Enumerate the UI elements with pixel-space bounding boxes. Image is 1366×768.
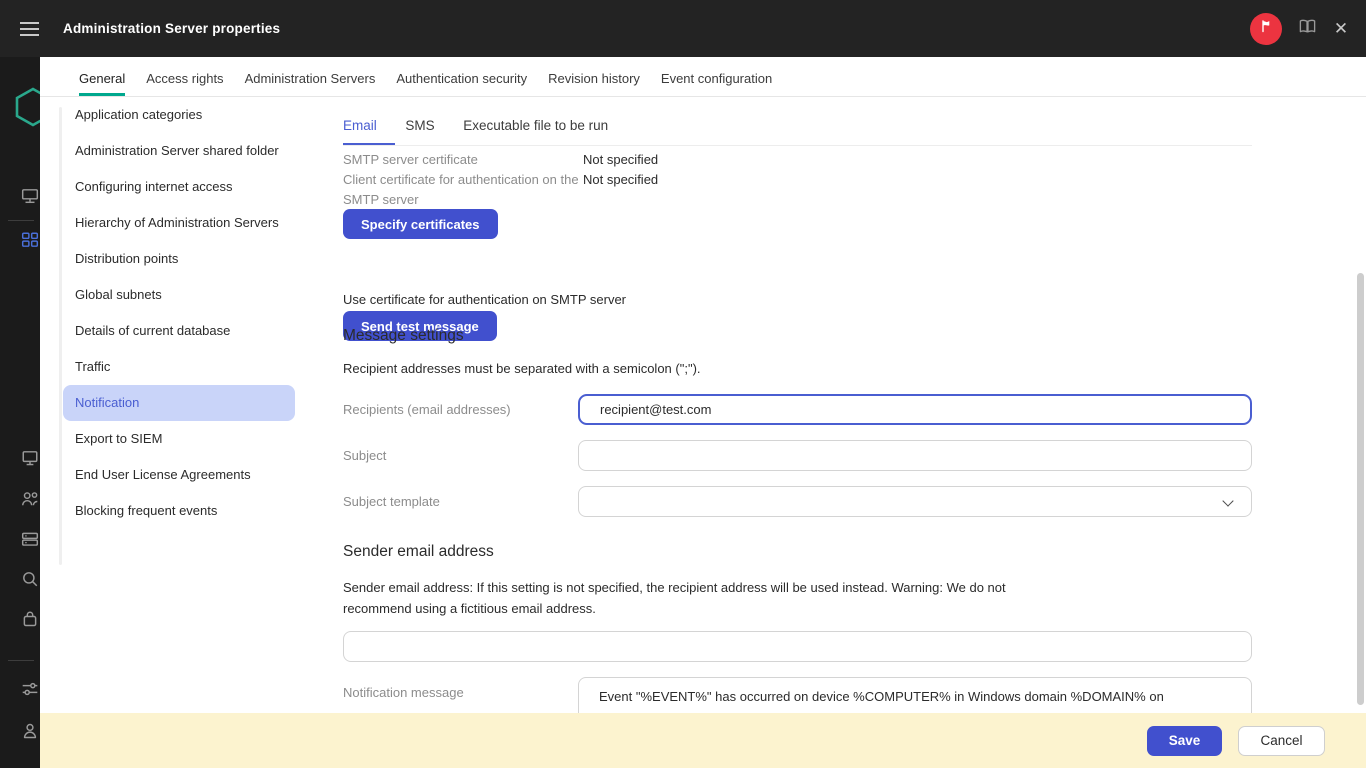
nav-item-global-subnets[interactable]: Global subnets xyxy=(75,277,289,313)
whats-new-button[interactable] xyxy=(1250,13,1282,45)
client-certificate-value: Not specified xyxy=(583,170,658,210)
use-certificate-text: Use certificate for authentication on SM… xyxy=(343,292,626,307)
marketplace-icon[interactable] xyxy=(21,610,39,628)
window-title: Administration Server properties xyxy=(63,21,280,36)
subject-label: Subject xyxy=(343,440,578,471)
sender-heading: Sender email address xyxy=(343,543,494,561)
nav-item-distribution-points[interactable]: Distribution points xyxy=(75,241,289,277)
smtp-certificate-label: SMTP server certificate xyxy=(343,150,583,170)
smtp-certificate-row: SMTP server certificate Not specified xyxy=(343,150,658,170)
nav-item-eula[interactable]: End User License Agreements xyxy=(75,457,289,493)
sliders-icon[interactable] xyxy=(21,680,39,698)
nav-item-export-to-siem[interactable]: Export to SIEM xyxy=(75,421,289,457)
scrollbar[interactable] xyxy=(1357,273,1364,705)
subject-template-select[interactable] xyxy=(578,486,1252,517)
recipients-row: Recipients (email addresses) xyxy=(343,394,1252,425)
tab-authentication-security[interactable]: Authentication security xyxy=(396,71,527,96)
book-icon xyxy=(1298,17,1317,41)
cancel-button[interactable]: Cancel xyxy=(1238,726,1325,756)
sender-email-input[interactable] xyxy=(343,631,1252,662)
nav-scrollbar[interactable] xyxy=(59,107,62,565)
close-icon: ✕ xyxy=(1334,20,1348,38)
top-bar: Administration Server properties ✕ xyxy=(0,0,1366,57)
nav-item-shared-folder[interactable]: Administration Server shared folder xyxy=(75,133,289,169)
tab-administration-servers[interactable]: Administration Servers xyxy=(245,71,376,96)
sender-description: Sender email address: If this setting is… xyxy=(343,577,1061,619)
tab-access-rights[interactable]: Access rights xyxy=(146,71,223,96)
nav-item-notification[interactable]: Notification xyxy=(63,385,295,421)
recipients-label: Recipients (email addresses) xyxy=(343,394,578,425)
recipients-input[interactable] xyxy=(578,394,1252,425)
subject-row: Subject xyxy=(343,440,1252,471)
search-icon[interactable] xyxy=(21,570,39,588)
nav-item-traffic[interactable]: Traffic xyxy=(75,349,289,385)
dialog-footer: Save Cancel xyxy=(40,713,1366,768)
monitoring-icon[interactable] xyxy=(21,449,39,467)
screen: Administration Server properties ✕ xyxy=(0,0,1366,768)
servers-icon[interactable] xyxy=(21,530,39,548)
client-certificate-row: Client certificate for authentication on… xyxy=(343,170,658,210)
apps-grid-icon[interactable] xyxy=(21,231,39,249)
users-icon[interactable] xyxy=(21,490,39,508)
devices-icon[interactable] xyxy=(21,187,39,205)
specify-certificates-button[interactable]: Specify certificates xyxy=(343,209,498,239)
account-icon[interactable] xyxy=(21,722,39,740)
notification-type-tabs: Email SMS Executable file to be run xyxy=(343,97,1252,146)
subject-input[interactable] xyxy=(578,440,1252,471)
main-tab-bar: General Access rights Administration Ser… xyxy=(40,57,1366,97)
topbar-actions: ✕ xyxy=(1250,13,1366,45)
flag-icon xyxy=(1258,18,1274,39)
message-settings-heading: Message settings xyxy=(343,327,464,345)
smtp-certificate-value: Not specified xyxy=(583,150,658,170)
settings-nav: Application categories Administration Se… xyxy=(40,97,342,529)
tab-general[interactable]: General xyxy=(79,71,125,96)
rail-divider xyxy=(8,220,34,221)
subtab-sms[interactable]: SMS xyxy=(405,97,434,145)
nav-item-hierarchy[interactable]: Hierarchy of Administration Servers xyxy=(75,205,289,241)
app-rail xyxy=(0,57,40,768)
subject-template-label: Subject template xyxy=(343,486,578,517)
subject-template-value[interactable] xyxy=(578,486,1252,517)
recipients-hint: Recipient addresses must be separated wi… xyxy=(343,361,701,376)
subtab-email[interactable]: Email xyxy=(343,97,377,145)
rail-divider xyxy=(8,660,34,661)
nav-item-blocking-frequent-events[interactable]: Blocking frequent events xyxy=(75,493,289,529)
nav-item-internet-access[interactable]: Configuring internet access xyxy=(75,169,289,205)
subtab-executable[interactable]: Executable file to be run xyxy=(463,97,608,145)
client-certificate-label: Client certificate for authentication on… xyxy=(343,170,583,210)
kaspersky-logo xyxy=(14,87,40,132)
properties-dialog: General Access rights Administration Ser… xyxy=(40,57,1366,768)
nav-item-current-database[interactable]: Details of current database xyxy=(75,313,289,349)
close-button[interactable]: ✕ xyxy=(1332,20,1350,38)
menu-icon[interactable] xyxy=(20,22,39,36)
nav-item-application-categories[interactable]: Application categories xyxy=(75,97,289,133)
notification-settings-panel: Email SMS Executable file to be run SMTP… xyxy=(343,97,1252,768)
tab-revision-history[interactable]: Revision history xyxy=(548,71,640,96)
subject-template-row: Subject template xyxy=(343,486,1252,517)
tab-event-configuration[interactable]: Event configuration xyxy=(661,71,772,96)
help-button[interactable] xyxy=(1298,20,1316,38)
certificate-info: SMTP server certificate Not specified Cl… xyxy=(343,150,658,210)
save-button[interactable]: Save xyxy=(1147,726,1222,756)
